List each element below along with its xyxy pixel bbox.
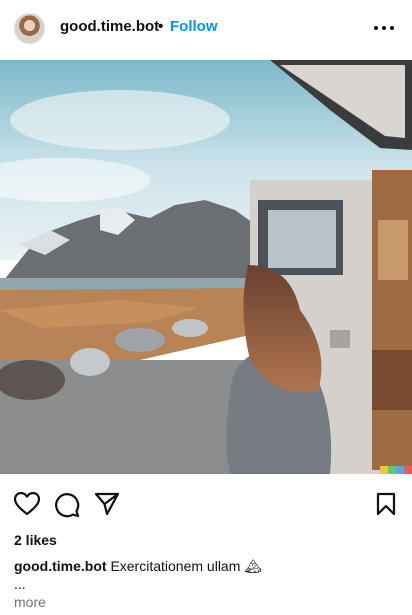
- caption-username[interactable]: good.time.bot: [14, 558, 107, 574]
- follow-button[interactable]: Follow: [170, 18, 218, 35]
- more-horizontal-icon[interactable]: [372, 20, 396, 36]
- likes-count[interactable]: 2 likes: [14, 532, 57, 548]
- caption: good.time.bot Exercitationem ullam 🏔: [14, 558, 262, 575]
- caption-ellipsis: ...: [14, 576, 26, 592]
- post-photo[interactable]: [0, 60, 412, 474]
- separator-dot: •: [158, 18, 164, 35]
- send-icon[interactable]: [94, 492, 120, 516]
- mountain-emoji: 🏔: [244, 558, 263, 574]
- bookmark-icon[interactable]: [376, 492, 396, 516]
- post-header: good.time.bot • Follow: [0, 0, 412, 58]
- comment-icon[interactable]: [54, 492, 80, 518]
- avatar[interactable]: [14, 13, 45, 44]
- post-username[interactable]: good.time.bot: [60, 18, 159, 35]
- more-link[interactable]: more: [14, 594, 46, 610]
- caption-text: Exercitationem ullam: [110, 558, 241, 574]
- heart-icon[interactable]: [14, 492, 40, 516]
